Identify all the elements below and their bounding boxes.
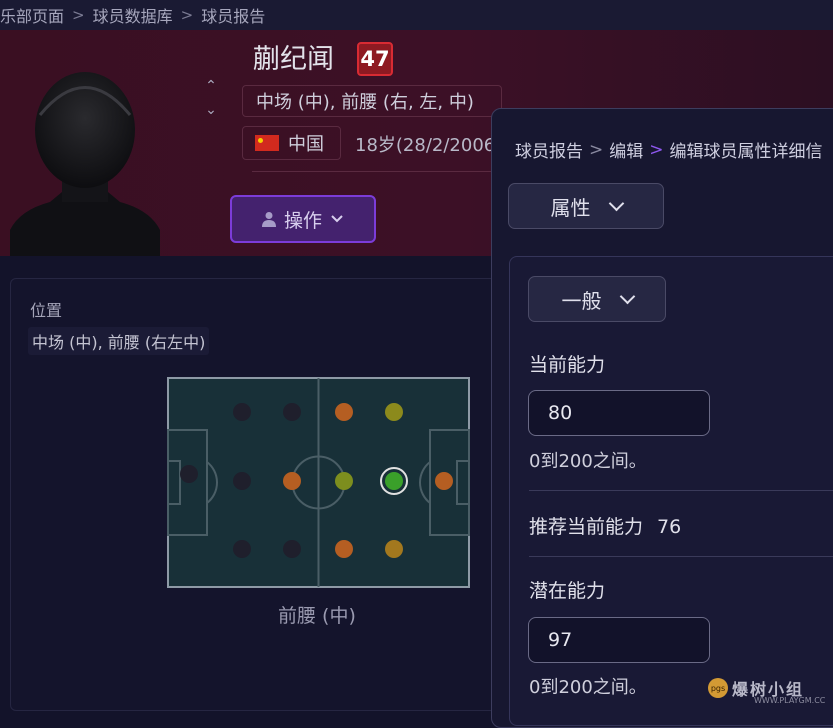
position-dot	[233, 403, 251, 421]
chevron-right-icon: >	[649, 139, 664, 160]
pitch-diagram	[167, 377, 470, 588]
breadcrumb-player-database[interactable]: 球员数据库	[93, 3, 173, 27]
actions-button-label: 操作	[283, 209, 322, 232]
watermark-logo-icon: pgs	[708, 678, 728, 698]
chevron-down-icon	[619, 288, 635, 305]
breadcrumb-club-page[interactable]: 俱乐部页面	[0, 3, 64, 27]
position-dot	[283, 540, 301, 558]
position-dot	[233, 472, 251, 490]
dialog-breadcrumb: 球员报告 > 编辑 > 编辑球员属性详细信	[515, 137, 823, 163]
position-dot	[335, 472, 353, 490]
selected-position-label: 前腰 (中)	[278, 605, 356, 627]
potential-ability-label: 潜在能力	[529, 580, 606, 602]
subcategory-select-label: 一般	[561, 288, 602, 313]
chevron-down-icon	[608, 195, 624, 212]
chevron-down-icon	[331, 215, 343, 223]
chevron-right-icon: >	[589, 139, 604, 160]
potential-ability-hint: 0到200之间。	[529, 677, 647, 698]
position-dot	[385, 403, 403, 421]
dialog-breadcrumb-current: 编辑球员属性详细信	[669, 142, 823, 162]
breadcrumb-player-report[interactable]: 球员报告	[201, 3, 265, 27]
chevron-down-icon[interactable]: ⌄	[200, 102, 222, 126]
current-ability-hint: 0到200之间。	[529, 451, 647, 472]
player-nav-arrows: ⌃ ⌄	[200, 78, 222, 126]
player-age: 18岁(28/2/2006	[355, 135, 496, 156]
current-ability-input[interactable]: 80	[528, 390, 710, 436]
position-dot	[435, 472, 453, 490]
position-heading: 位置	[30, 301, 63, 320]
chevron-right-icon: >	[72, 6, 85, 24]
current-ability-value: 80	[548, 402, 573, 424]
player-nation[interactable]: 中国	[242, 126, 341, 160]
breadcrumb: 俱乐部页面 > 球员数据库 > 球员报告	[0, 0, 833, 30]
china-flag-icon	[255, 135, 279, 151]
player-nation-text: 中国	[288, 134, 324, 155]
player-silhouette-avatar	[10, 72, 160, 256]
position-dot	[283, 403, 301, 421]
divider	[529, 490, 833, 491]
subcategory-select[interactable]: 一般	[528, 276, 666, 322]
watermark-url: WWW.PLAYGM.CC	[754, 696, 826, 705]
category-select[interactable]: 属性	[508, 183, 664, 229]
position-dot	[233, 540, 251, 558]
potential-ability-input[interactable]: 97	[528, 617, 710, 663]
divider	[252, 171, 492, 172]
player-positions: 中场 (中), 前腰 (右, 左, 中)	[242, 85, 502, 117]
divider	[529, 556, 833, 557]
dialog-breadcrumb-edit[interactable]: 编辑	[609, 137, 643, 162]
recommended-current-ability: 推荐当前能力 76	[529, 512, 681, 539]
person-icon	[261, 212, 276, 227]
position-dot	[385, 540, 403, 558]
potential-ability-value: 97	[548, 629, 573, 651]
position-dot-selected	[385, 472, 403, 490]
current-ability-badge: 47	[357, 42, 393, 76]
dialog-breadcrumb-report[interactable]: 球员报告	[515, 137, 583, 162]
position-dot	[335, 540, 353, 558]
recommended-value: 76	[657, 516, 682, 538]
position-detail: 中场 (中), 前腰 (右左中)	[28, 327, 210, 355]
chevron-up-icon[interactable]: ⌃	[200, 78, 222, 102]
position-dot	[283, 472, 301, 490]
player-name: 蒯纪闻	[253, 44, 334, 75]
player-positions-text: 中场 (中), 前腰 (右, 左, 中)	[256, 92, 474, 113]
chevron-right-icon: >	[180, 6, 194, 24]
actions-button[interactable]: 操作	[230, 195, 376, 243]
position-dot	[180, 465, 198, 483]
current-ability-label: 当前能力	[529, 354, 606, 376]
position-dot	[335, 403, 353, 421]
category-select-label: 属性	[550, 195, 591, 220]
recommended-label: 推荐当前能力	[529, 516, 644, 538]
